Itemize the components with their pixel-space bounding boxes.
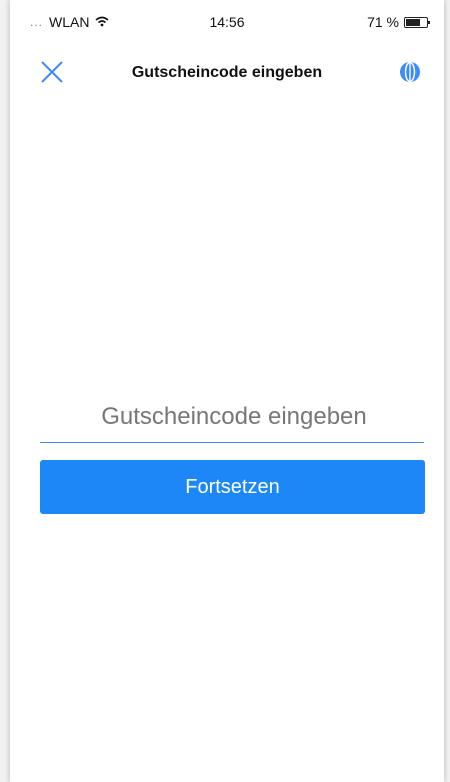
language-button[interactable]: [398, 60, 422, 84]
battery-icon: [404, 16, 430, 28]
app-screen: ... WLAN 14:56 71 % Gutscheincode eingeb…: [10, 0, 444, 782]
status-right: 71 %: [367, 14, 430, 30]
continue-button[interactable]: Fortsetzen: [40, 460, 425, 514]
battery-percent: 71 %: [367, 14, 399, 30]
page-title: Gutscheincode eingeben: [131, 64, 323, 81]
navigation-bar: Gutscheincode eingeben: [10, 50, 444, 94]
globe-icon: [400, 61, 420, 83]
voucher-code-field: [40, 392, 428, 443]
status-bar: ... WLAN 14:56 71 %: [10, 0, 444, 34]
voucher-code-input[interactable]: [40, 392, 428, 442]
